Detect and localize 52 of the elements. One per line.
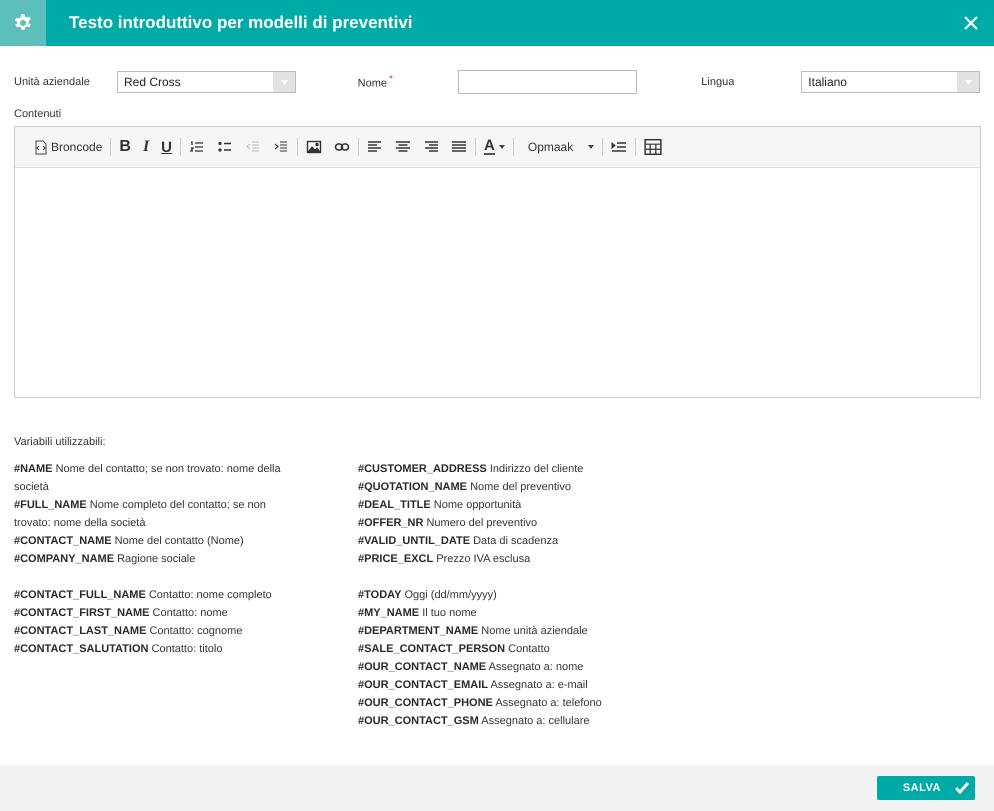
variable-entry: #CONTACT_LAST_NAME Contatto: cognome bbox=[14, 624, 244, 639]
settings-icon bbox=[14, 14, 32, 32]
variable-entry: #COMPANY_NAME Ragione sociale bbox=[14, 552, 196, 567]
bold-button[interactable]: B bbox=[113, 135, 137, 159]
block-icon bbox=[610, 139, 627, 155]
dropdown-arrow-icon bbox=[280, 80, 288, 84]
variable-entry: #SALE_CONTACT_PERSON Contatto bbox=[358, 642, 551, 657]
variable-entry: #PRICE_EXCL Prezzo IVA esclusa bbox=[358, 552, 532, 567]
rich-text-editor[interactable]: Broncode B I U A Opmaak bbox=[14, 126, 981, 398]
variable-entry: #OUR_CONTACT_EMAIL Assegnato a: e-mail bbox=[358, 678, 589, 693]
variable-entry: #CUSTOMER_ADDRESS Indirizzo del cliente bbox=[358, 462, 584, 477]
variable-entry: #CONTACT_FULL_NAME Contatto: nome completo bbox=[14, 588, 273, 603]
justify-icon bbox=[451, 139, 468, 155]
table-icon bbox=[644, 138, 662, 156]
variable-entry: #VALID_UNTIL_DATE Data di scadenza bbox=[358, 534, 560, 549]
variable-entry: #NAME Nome del contatto; se non trovato: nome della società bbox=[14, 462, 282, 495]
variable-entry: #OUR_CONTACT_GSM Assegnato a: cellulare bbox=[358, 714, 590, 729]
source-code-button[interactable]: Broncode bbox=[29, 135, 108, 159]
align-center-icon bbox=[395, 139, 412, 155]
image-icon bbox=[306, 139, 322, 155]
align-right-icon bbox=[423, 139, 440, 155]
field-label: Lingua bbox=[701, 76, 736, 88]
window-title: Testo introduttivo per modelli di preventivi bbox=[69, 13, 414, 33]
variable-entry: #CONTACT_NAME Nome del contatto (Nome) bbox=[14, 534, 245, 549]
variable-entry: #FULL_NAME Nome completo del contatto; se non trovato: nome della società bbox=[14, 498, 267, 531]
italic-button[interactable]: I bbox=[136, 135, 156, 159]
underline-button[interactable]: U bbox=[155, 135, 178, 159]
select-field[interactable]: Italiano bbox=[801, 71, 980, 93]
caret-icon bbox=[588, 145, 594, 149]
variable-entry: #OUR_CONTACT_PHONE Assegnato a: telefono bbox=[358, 696, 603, 711]
document-code-icon bbox=[35, 140, 47, 154]
dropdown-arrow-icon bbox=[964, 80, 972, 84]
close-icon bbox=[963, 15, 979, 31]
format-dropdown[interactable]: Opmaak bbox=[516, 135, 600, 159]
select-field[interactable]: Red Cross bbox=[117, 71, 296, 93]
variable-entry: #CONTACT_SALUTATION Contatto: titolo bbox=[14, 642, 224, 657]
field-label: Unità aziendale bbox=[14, 76, 91, 88]
checkmark-icon bbox=[955, 782, 969, 794]
variable-entry: #DEAL_TITLE Nome opportunità bbox=[358, 498, 522, 513]
caret-icon bbox=[498, 145, 505, 149]
variable-entry: #TODAY Oggi (dd/mm/yyyy) bbox=[358, 588, 498, 603]
name-input-field[interactable] bbox=[458, 70, 637, 94]
variables-heading: Variabili utilizzabili: bbox=[14, 436, 106, 448]
variable-entry: #CONTACT_FIRST_NAME Contatto: nome bbox=[14, 606, 229, 621]
variable-entry: #QUOTATION_NAME Nome del preventivo bbox=[358, 480, 572, 495]
variable-entry: #MY_NAME Il tuo nome bbox=[358, 606, 478, 621]
align-left-icon bbox=[367, 139, 384, 155]
variable-entry: #OFFER_NR Numero del preventivo bbox=[358, 516, 538, 531]
content-label: Contenuti bbox=[14, 108, 62, 120]
variable-entry: #DEPARTMENT_NAME Nome unità aziendale bbox=[358, 624, 589, 639]
variable-entry: #OUR_CONTACT_NAME Assegnato a: nome bbox=[358, 660, 584, 675]
text-color-button[interactable]: A bbox=[478, 135, 511, 159]
